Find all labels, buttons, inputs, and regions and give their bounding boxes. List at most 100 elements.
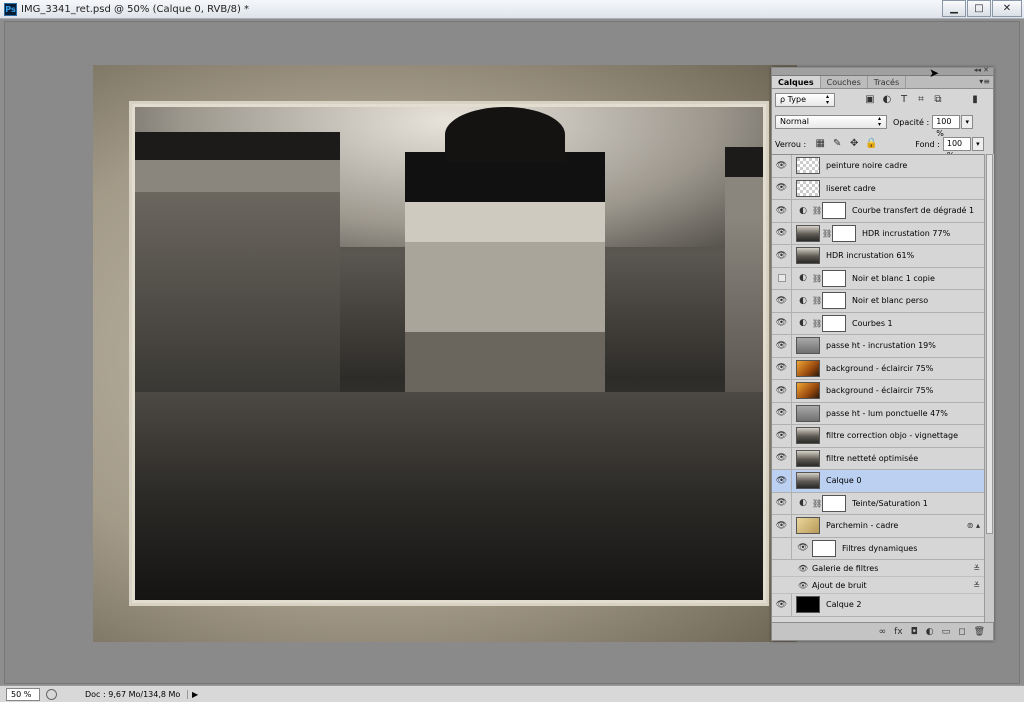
filter-eye-icon[interactable]: 👁 (772, 564, 812, 573)
mask-link-icon[interactable]: ⛓ (822, 229, 832, 238)
layer-thumbnail[interactable] (796, 179, 820, 197)
link-layers-icon[interactable]: ∞ (879, 627, 887, 637)
layers-panel[interactable]: ◂◂ ✕ Calques Couches Tracés ▾≡ ρ Type ▣ … (771, 66, 994, 641)
visibility-eye-icon[interactable]: 👁 (772, 492, 792, 514)
layer-thumbnail[interactable] (796, 359, 820, 377)
minimize-button[interactable]: ▁ (942, 0, 966, 17)
mask-link-icon[interactable]: ⛓ (812, 296, 822, 305)
filter-options-icon[interactable]: ≚ (973, 564, 980, 573)
visibility-eye-icon[interactable]: 👁 (772, 470, 792, 492)
layer-row[interactable]: ◐ ⛓ Noir et blanc 1 copie (772, 267, 984, 290)
mask-link-icon[interactable]: ⛓ (812, 319, 822, 328)
layer-thumbnail[interactable] (796, 517, 820, 535)
layer-mask-thumbnail[interactable] (822, 269, 846, 287)
layer-row[interactable]: 👁 ◐ ⛓ Courbe transfert de dégradé 1 (772, 200, 984, 223)
delete-layer-icon[interactable]: 🗑 (974, 627, 985, 637)
visibility-eye-icon[interactable]: 👁 (772, 290, 792, 312)
layer-thumbnail[interactable] (796, 427, 820, 445)
layer-row[interactable]: 👁 Calque 0 (772, 470, 984, 493)
layer-row[interactable]: 👁 Parchemin - cadre ⊚ ▴ (772, 515, 984, 538)
layer-row[interactable]: 👁 passe ht - incrustation 19% (772, 335, 984, 358)
fill-input[interactable]: 100 % (942, 137, 971, 160)
layer-row[interactable]: 👁 ◐ ⛓ Teinte/Saturation 1 (772, 492, 984, 515)
lock-position-icon[interactable]: ✥ (848, 138, 860, 150)
filter-type-select[interactable]: ρ Type (775, 93, 835, 107)
opacity-input[interactable]: 100 % (932, 115, 961, 138)
layer-row[interactable]: 👁 liseret cadre (772, 177, 984, 200)
lock-transparency-icon[interactable]: ▦ (814, 138, 826, 150)
visibility-eye-icon[interactable]: 👁 (772, 447, 792, 469)
filter-shape-icon[interactable]: ⌗ (915, 94, 927, 106)
smart-filter-item[interactable]: 👁 Galerie de filtres ≚ (772, 560, 984, 577)
smart-filters-eye-icon[interactable]: 👁 (796, 543, 810, 553)
layer-row[interactable]: 👁 ⛓ HDR incrustation 77% (772, 222, 984, 245)
filter-toggle-icon[interactable]: ▮ (969, 94, 981, 106)
layer-thumbnail[interactable] (796, 449, 820, 467)
layer-mask-thumbnail[interactable] (822, 292, 846, 310)
mask-link-icon[interactable]: ⛓ (812, 499, 822, 508)
visibility-eye-icon[interactable]: 👁 (772, 200, 792, 222)
new-group-icon[interactable]: ▭ (942, 627, 951, 637)
visibility-eye-icon[interactable]: 👁 (772, 594, 792, 616)
visibility-eye-icon[interactable]: 👁 (772, 515, 792, 537)
layer-style-icon[interactable]: fx (894, 627, 903, 637)
status-menu-arrow-icon[interactable]: ▶ (187, 689, 198, 699)
layer-row[interactable]: 👁 HDR incrustation 61% (772, 245, 984, 268)
layer-mask-thumbnail[interactable] (822, 202, 846, 220)
layer-thumbnail[interactable] (796, 224, 820, 242)
zoom-field[interactable]: 50 % (6, 687, 40, 701)
layer-thumbnail[interactable] (796, 404, 820, 422)
layer-thumbnail[interactable] (796, 472, 820, 490)
opacity-dropdown-icon[interactable]: ▾ (961, 115, 974, 129)
filter-eye-icon[interactable]: 👁 (772, 581, 812, 590)
visibility-eye-icon[interactable]: 👁 (772, 222, 792, 244)
layer-row[interactable]: 👁 passe ht - lum ponctuelle 47% (772, 402, 984, 425)
layer-thumbnail[interactable] (796, 337, 820, 355)
status-info-icon[interactable] (46, 688, 57, 700)
mask-link-icon[interactable]: ⛓ (812, 274, 822, 283)
visibility-eye-icon[interactable]: 👁 (772, 425, 792, 447)
document-canvas[interactable] (93, 65, 797, 642)
layer-mask-thumbnail[interactable] (822, 494, 846, 512)
tab-traces[interactable]: Tracés (868, 76, 907, 88)
smart-filters-row[interactable]: 👁 Filtres dynamiques (772, 537, 984, 560)
visibility-eye-icon[interactable]: 👁 (772, 245, 792, 267)
visibility-eye-icon[interactable]: 👁 (772, 380, 792, 402)
visibility-eye-icon[interactable]: 👁 (772, 312, 792, 334)
layer-row[interactable]: 👁 filtre correction objo - vignettage (772, 425, 984, 448)
filter-adjustment-icon[interactable]: ◐ (881, 94, 893, 106)
layers-list[interactable]: 👁 peinture noire cadre 👁 liseret cadre 👁 ◐ ⛓ Co… (772, 154, 984, 622)
maximize-button[interactable]: □ (967, 0, 991, 17)
layer-row[interactable]: 👁 ◐ ⛓ Noir et blanc perso (772, 290, 984, 313)
visibility-eye-icon[interactable]: 👁 (772, 357, 792, 379)
visibility-eye-icon[interactable] (772, 537, 792, 559)
close-button[interactable]: ✕ (992, 0, 1022, 17)
blend-mode-select[interactable]: Normal (775, 115, 887, 129)
tab-couches[interactable]: Couches (821, 76, 868, 88)
layer-row[interactable]: 👁 Calque 2 (772, 594, 984, 617)
filter-pixel-icon[interactable]: ▣ (864, 94, 876, 106)
scrollbar-thumb[interactable] (986, 154, 993, 534)
visibility-eye-icon[interactable] (772, 267, 792, 289)
layer-thumbnail[interactable] (796, 382, 820, 400)
tab-calques[interactable]: Calques (772, 76, 821, 88)
layers-scrollbar[interactable] (984, 154, 994, 622)
new-layer-icon[interactable]: ◻ (958, 627, 965, 637)
panel-collapse-icon[interactable]: ◂◂ ✕ (974, 66, 989, 74)
layer-row[interactable]: 👁 background - éclaircir 75% (772, 380, 984, 403)
lock-pixels-icon[interactable]: ✎ (831, 138, 843, 150)
visibility-eye-icon[interactable]: 👁 (772, 155, 792, 177)
smart-filter-mask-thumbnail[interactable] (812, 539, 836, 557)
smart-filter-item[interactable]: 👁 Ajout de bruit ≚ (772, 577, 984, 594)
layer-thumbnail[interactable] (796, 596, 820, 614)
new-adjustment-icon[interactable]: ◐ (926, 627, 934, 637)
layer-row[interactable]: 👁 filtre netteté optimisée (772, 447, 984, 470)
fill-dropdown-icon[interactable]: ▾ (971, 137, 984, 151)
layer-mask-thumbnail[interactable] (832, 224, 856, 242)
panel-header-bar[interactable]: ◂◂ ✕ (772, 66, 993, 76)
layer-row[interactable]: 👁 ◐ ⛓ Courbes 1 (772, 312, 984, 335)
layer-mask-thumbnail[interactable] (822, 314, 846, 332)
filter-type-icon[interactable]: T (898, 94, 910, 106)
layer-thumbnail[interactable] (796, 157, 820, 175)
filter-smart-object-icon[interactable]: ⧉ (932, 94, 944, 106)
